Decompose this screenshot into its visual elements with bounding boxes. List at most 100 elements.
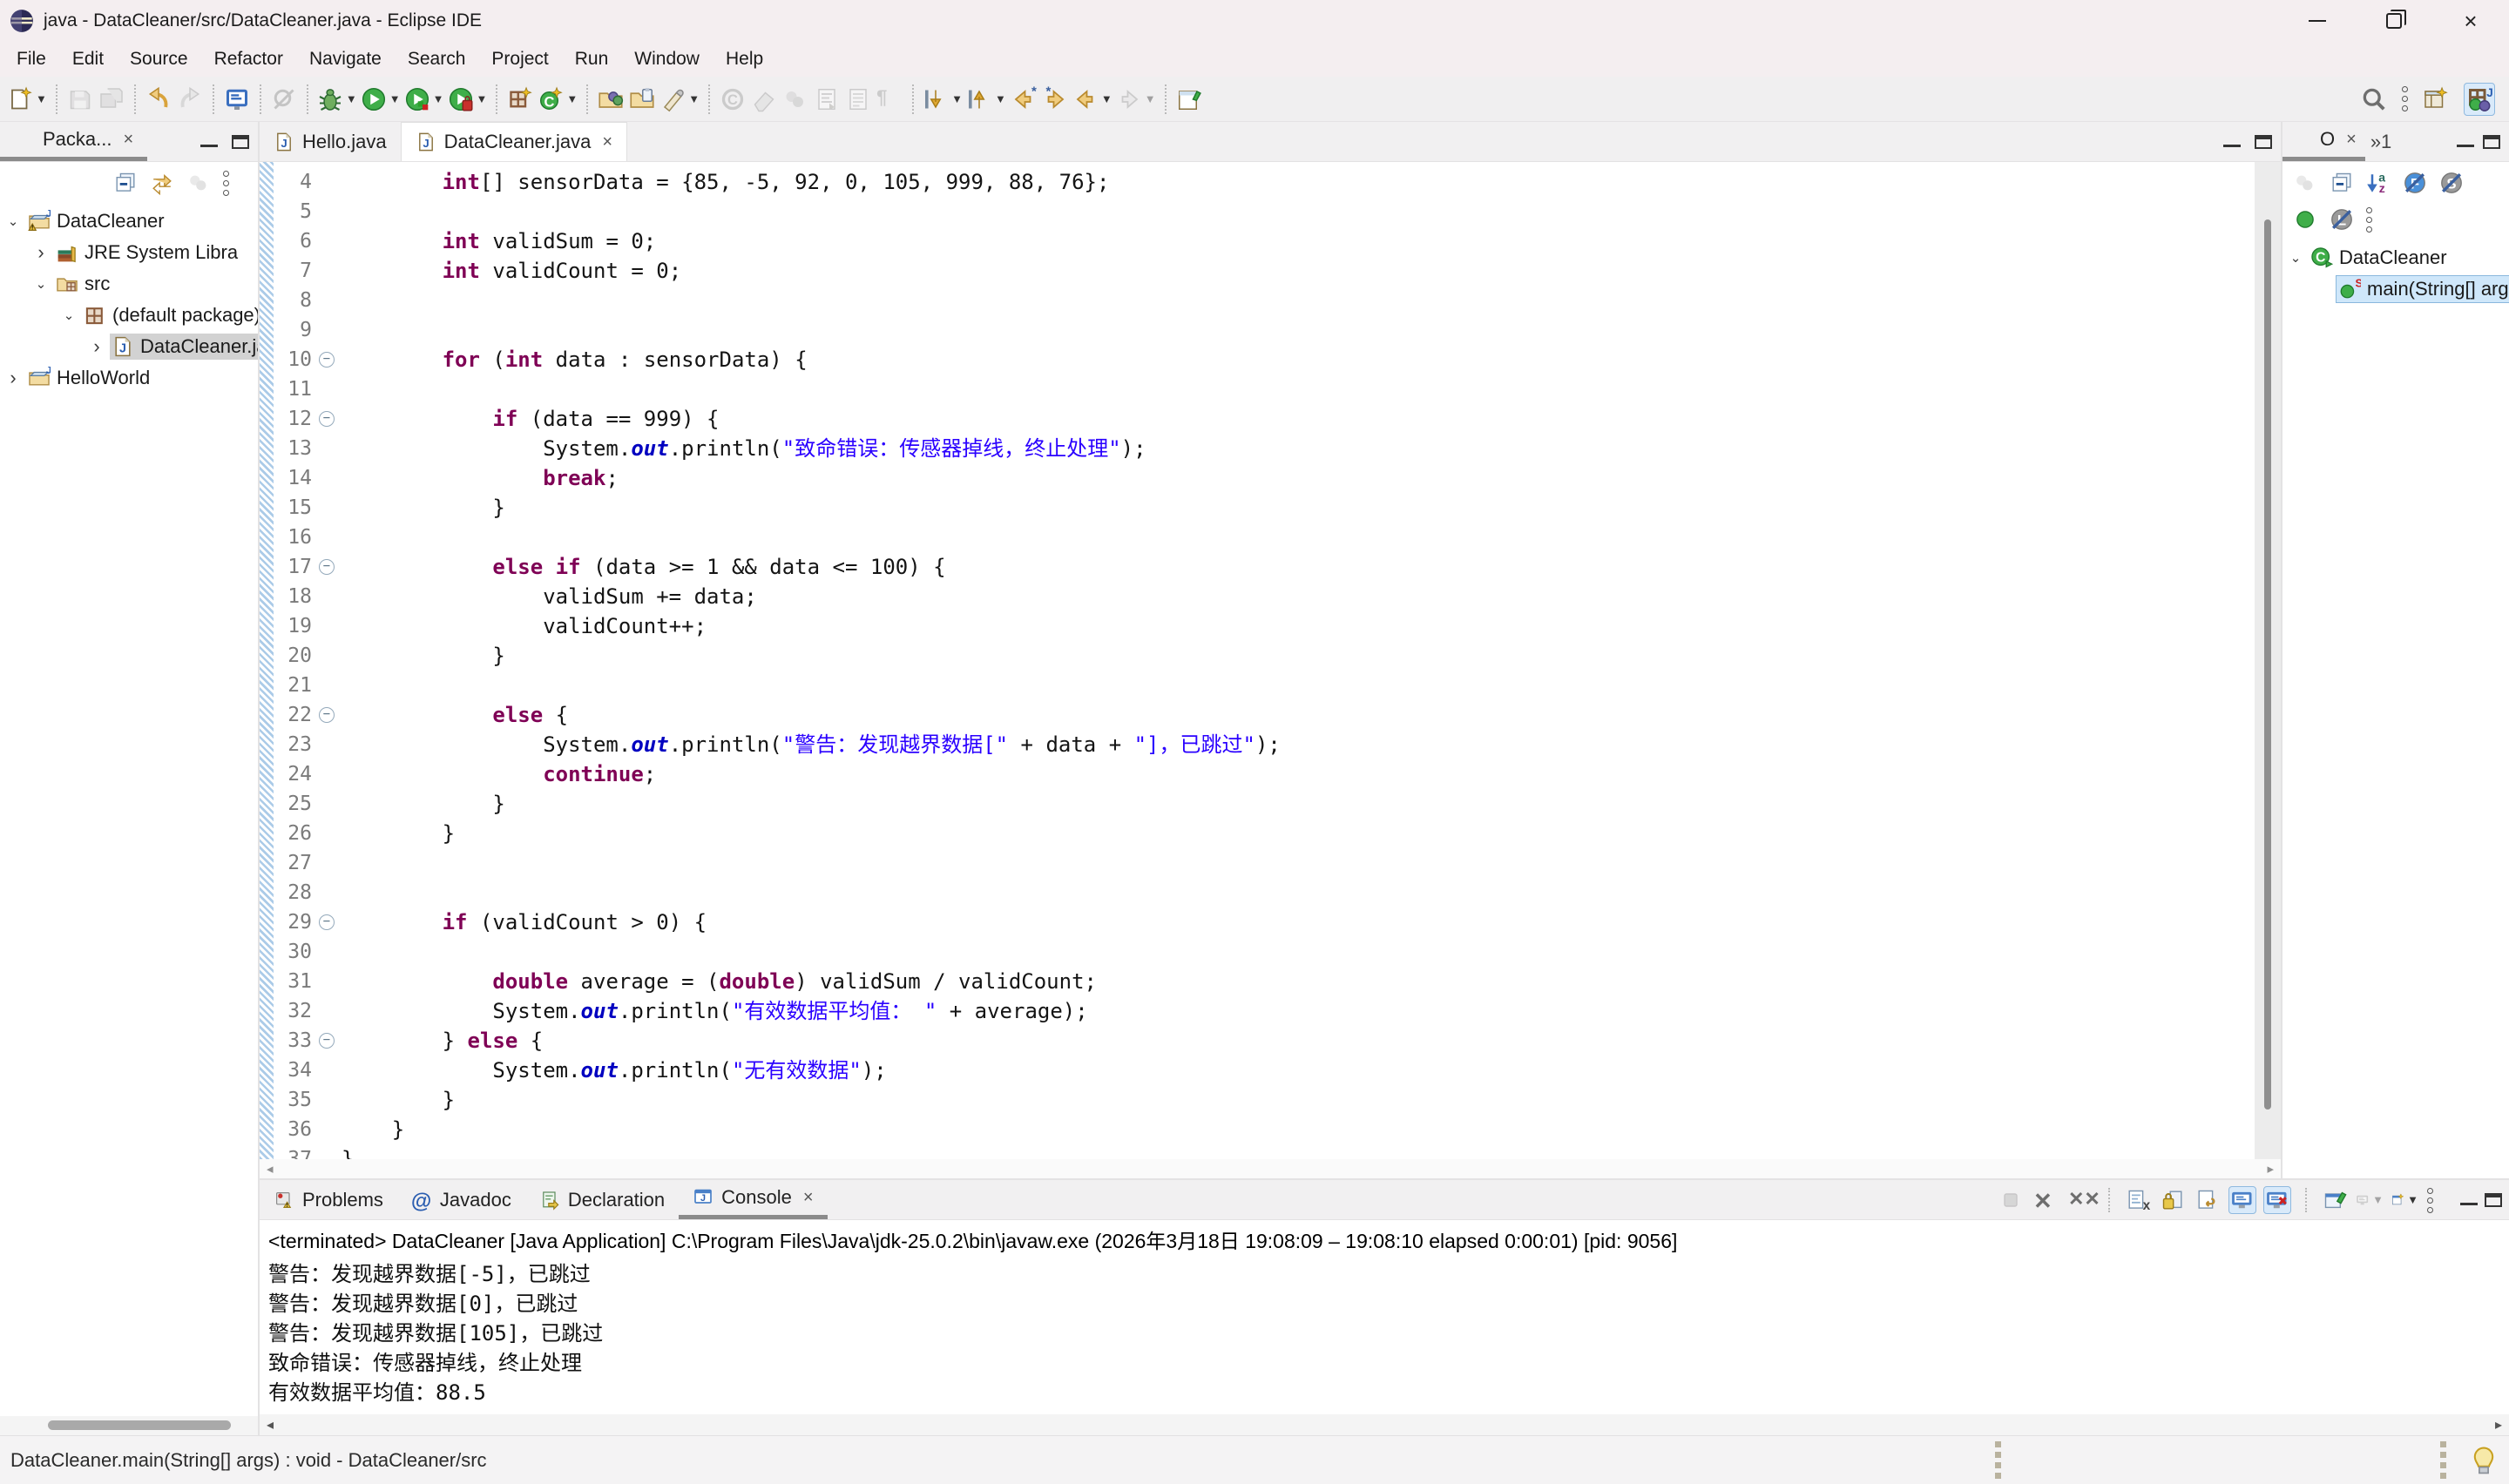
console-tab-problems[interactable]: !Problems	[260, 1180, 397, 1219]
forward-button[interactable]: ▼	[1114, 83, 1158, 116]
new-java-project-button[interactable]	[504, 83, 536, 116]
green-dot-button[interactable]	[2291, 206, 2319, 233]
code-line-8[interactable]: 8	[274, 286, 2255, 315]
remove-launch-button[interactable]: ✕	[2032, 1186, 2059, 1214]
tree-item--default-package-[interactable]: ⌄(default package)	[0, 300, 258, 331]
editor-hscrollbar[interactable]: ◂▸	[260, 1159, 2281, 1178]
status-drag-handle[interactable]	[2440, 1441, 2446, 1479]
view-menu-button[interactable]	[2364, 206, 2392, 233]
tree-item-jre-system-libra[interactable]: ›JRE System Libra	[0, 237, 258, 268]
menu-help[interactable]: Help	[713, 49, 776, 70]
task-folder-button[interactable]	[626, 83, 658, 116]
close-icon[interactable]: ×	[123, 130, 133, 150]
menu-navigate[interactable]: Navigate	[296, 49, 395, 70]
undo-button[interactable]	[143, 83, 174, 116]
code-line-21[interactable]: 21	[274, 671, 2255, 700]
restore-button[interactable]	[2356, 0, 2432, 42]
code-line-26[interactable]: 26 }	[274, 819, 2255, 848]
maximize-editor-icon[interactable]	[2255, 135, 2272, 149]
tree-item-datacleaner[interactable]: ⌄J!DataCleaner	[0, 206, 258, 237]
terminate-button[interactable]	[1997, 1186, 2025, 1214]
code-line-25[interactable]: 25 }	[274, 789, 2255, 819]
code-line-18[interactable]: 18 validSum += data;	[274, 582, 2255, 611]
focus-button[interactable]	[185, 169, 213, 197]
console-output[interactable]: 警告：发现越界数据[-5]，已跳过警告：发现越界数据[0]，已跳过警告：发现越界…	[260, 1256, 2509, 1414]
table-doc-button[interactable]	[842, 83, 874, 116]
editor-tab-hello-java[interactable]: JHello.java	[260, 122, 401, 161]
java-perspective-button[interactable]: J	[2464, 83, 2495, 116]
status-drag-handle[interactable]	[1995, 1441, 2001, 1479]
minimize-view-icon[interactable]	[200, 145, 218, 147]
menu-run[interactable]: Run	[562, 49, 622, 70]
new-class-button[interactable]: C▼	[536, 83, 579, 116]
open-perspective-button[interactable]	[2420, 83, 2452, 116]
menu-source[interactable]: Source	[117, 49, 201, 70]
menu-window[interactable]: Window	[621, 49, 713, 70]
minimize-view-icon[interactable]	[2457, 145, 2474, 147]
console-tab-javadoc[interactable]: @Javadoc	[397, 1180, 525, 1219]
code-line-23[interactable]: 23 System.out.println("警告：发现越界数据[" + dat…	[274, 730, 2255, 759]
menu-file[interactable]: File	[3, 49, 59, 70]
save-all-button[interactable]	[96, 83, 127, 116]
chevron-right-icon[interactable]: ›	[28, 241, 54, 264]
tree-item-src[interactable]: ⌄src	[0, 268, 258, 300]
code-line-34[interactable]: 34 System.out.println("无有效数据");	[274, 1056, 2255, 1085]
code-line-10[interactable]: 10− for (int data : sensorData) {	[274, 345, 2255, 374]
search-button[interactable]	[2358, 83, 2390, 116]
console-tab-console[interactable]: JConsole×	[679, 1180, 827, 1219]
code-line-11[interactable]: 11	[274, 374, 2255, 404]
sort-az-button[interactable]: az	[2364, 169, 2392, 197]
fold-collapse-icon[interactable]: −	[315, 404, 342, 434]
package-explorer-hscrollbar[interactable]	[0, 1416, 258, 1435]
format-doc-button[interactable]	[811, 83, 842, 116]
menu-edit[interactable]: Edit	[59, 49, 117, 70]
editor-vscrollbar[interactable]	[2255, 162, 2281, 1159]
mark-pen-button[interactable]: ▼	[658, 83, 701, 116]
hide-static-button[interactable]: S	[2438, 169, 2465, 197]
code-line-24[interactable]: 24 continue;	[274, 759, 2255, 789]
new-wizard-button[interactable]: ▼	[5, 83, 49, 116]
code-line-17[interactable]: 17− else if (data >= 1 && data <= 100) {	[274, 552, 2255, 582]
profile-button[interactable]: ▼	[446, 83, 490, 116]
chevron-down-icon[interactable]: ⌄	[28, 276, 54, 292]
menu-refactor[interactable]: Refactor	[201, 49, 296, 70]
smartmode-lamp-icon[interactable]	[2469, 1443, 2499, 1478]
tab-package-explorer[interactable]: Packa... ×	[0, 122, 147, 161]
code-line-31[interactable]: 31 double average = (double) validSum / …	[274, 967, 2255, 996]
code-line-35[interactable]: 35 }	[274, 1085, 2255, 1115]
editor-tab-datacleaner-java[interactable]: JDataCleaner.java×	[401, 122, 627, 161]
skip-breakpoints-button[interactable]	[268, 83, 300, 116]
code-line-22[interactable]: 22− else {	[274, 700, 2255, 730]
code-line-13[interactable]: 13 System.out.println("致命错误：传感器掉线，终止处理")…	[274, 434, 2255, 463]
open-console-button[interactable]: ▼	[2391, 1186, 2418, 1214]
menu-search[interactable]: Search	[395, 49, 479, 70]
fold-collapse-icon[interactable]: −	[315, 907, 342, 937]
edit-forward-button[interactable]: *	[1039, 83, 1071, 116]
code-line-29[interactable]: 29− if (validCount > 0) {	[274, 907, 2255, 937]
back-button[interactable]: ▼	[1071, 83, 1114, 116]
remove-all-button[interactable]: ✕✕	[2066, 1186, 2094, 1214]
display-console-button[interactable]: ▼	[2356, 1186, 2384, 1214]
minimize-view-icon[interactable]	[2460, 1203, 2478, 1205]
menu-project[interactable]: Project	[478, 49, 561, 70]
tree-item-main-string-args-void[interactable]: Smain(String[] args) : void	[2282, 273, 2509, 305]
scroll-lock-button[interactable]	[2159, 1186, 2187, 1214]
fold-collapse-icon[interactable]: −	[315, 552, 342, 582]
maximize-view-icon[interactable]	[232, 135, 249, 149]
console-hscrollbar[interactable]: ◂▸	[260, 1414, 2509, 1435]
focus-button[interactable]	[2291, 169, 2319, 197]
chevron-down-icon[interactable]: ⌄	[2282, 250, 2309, 266]
minimize-editor-icon[interactable]	[2223, 145, 2241, 147]
code-line-33[interactable]: 33− } else {	[274, 1026, 2255, 1056]
tree-item-datacleaner[interactable]: ⌄CDataCleaner	[2282, 242, 2509, 273]
code-line-28[interactable]: 28	[274, 878, 2255, 907]
code-line-19[interactable]: 19 validCount++;	[274, 611, 2255, 641]
pilcrow-button[interactable]: ¶	[874, 83, 905, 116]
close-icon[interactable]: ×	[602, 132, 612, 152]
collapse-all-button[interactable]	[112, 169, 139, 197]
code-line-15[interactable]: 15 }	[274, 493, 2255, 523]
console-tab-declaration[interactable]: Declaration	[525, 1180, 679, 1219]
code-line-36[interactable]: 36 }	[274, 1115, 2255, 1144]
tree-item-datacleaner-java[interactable]: ›JDataCleaner.java	[0, 331, 258, 362]
edit-back-button[interactable]: *	[1008, 83, 1039, 116]
